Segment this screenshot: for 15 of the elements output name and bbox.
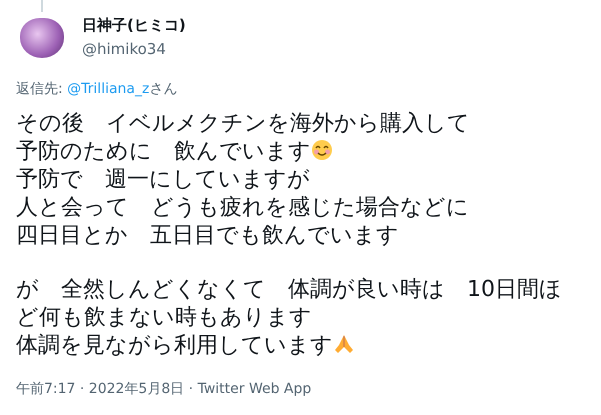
tweet-text-line: ど何も飲まない時もあります <box>16 305 312 330</box>
reply-to-text: 返信先: @Trilliana_zさん <box>16 80 178 98</box>
folded-hands-icon <box>333 333 355 355</box>
author-handle[interactable]: @himiko34 <box>82 40 186 58</box>
avatar-image[interactable] <box>20 18 64 58</box>
tweet-text-line: 予防で 週一にしていますが <box>16 167 310 192</box>
author-name[interactable]: 日神子(ヒミコ) <box>82 16 186 35</box>
smiling-face-icon <box>311 139 333 161</box>
tweet-text-line: 四日目とか 五日目でも飲んでいます <box>16 223 399 248</box>
tweet-text-line: 予防のために 飲んでいます <box>16 139 311 164</box>
tweet-timestamp[interactable]: 午前7:17 · 2022年5月8日 · Twitter Web App <box>16 380 585 398</box>
tweet-text-line: その後 イベルメクチンを海外から購入して <box>16 111 470 136</box>
tweet-text-line: 人と会って どうも疲れを感じた場合などに <box>16 195 469 220</box>
tweet-text-line: 体調を見ながら利用しています <box>16 333 333 358</box>
tweet-text-line: が 全然しんどくなくて 体調が良い時は 10日間ほ <box>16 277 562 302</box>
